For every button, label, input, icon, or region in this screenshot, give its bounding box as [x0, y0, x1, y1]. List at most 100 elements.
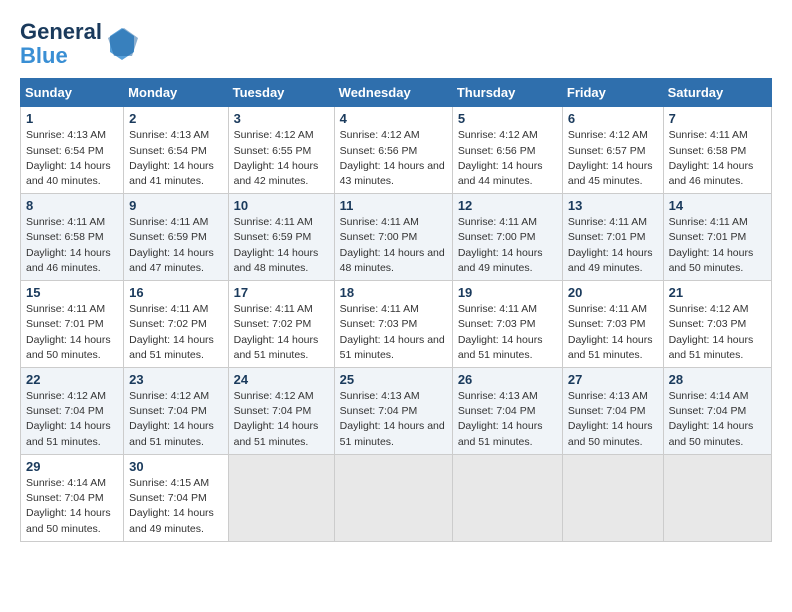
day-info: Sunrise: 4:14 AMSunset: 7:04 PMDaylight:… [669, 390, 754, 448]
day-info: Sunrise: 4:11 AMSunset: 7:00 PMDaylight:… [340, 216, 445, 274]
logo: General Blue [20, 20, 140, 68]
day-number: 3 [234, 111, 329, 126]
calendar-day-cell: 29 Sunrise: 4:14 AMSunset: 7:04 PMDaylig… [21, 454, 124, 541]
calendar-day-cell: 26 Sunrise: 4:13 AMSunset: 7:04 PMDaylig… [452, 368, 562, 455]
day-number: 4 [340, 111, 447, 126]
calendar-day-cell [228, 454, 334, 541]
calendar-day-cell: 25 Sunrise: 4:13 AMSunset: 7:04 PMDaylig… [334, 368, 452, 455]
calendar-day-cell: 17 Sunrise: 4:11 AMSunset: 7:02 PMDaylig… [228, 281, 334, 368]
page-header: General Blue [20, 20, 772, 68]
calendar-day-cell: 23 Sunrise: 4:12 AMSunset: 7:04 PMDaylig… [124, 368, 228, 455]
calendar-day-cell [334, 454, 452, 541]
day-number: 17 [234, 285, 329, 300]
weekday-header-saturday: Saturday [663, 79, 771, 107]
day-number: 24 [234, 372, 329, 387]
calendar-day-cell: 24 Sunrise: 4:12 AMSunset: 7:04 PMDaylig… [228, 368, 334, 455]
weekday-header-wednesday: Wednesday [334, 79, 452, 107]
day-info: Sunrise: 4:11 AMSunset: 7:03 PMDaylight:… [340, 303, 445, 361]
day-info: Sunrise: 4:12 AMSunset: 7:04 PMDaylight:… [129, 390, 214, 448]
calendar-week-row: 8 Sunrise: 4:11 AMSunset: 6:58 PMDayligh… [21, 194, 772, 281]
weekday-header-tuesday: Tuesday [228, 79, 334, 107]
calendar-day-cell: 18 Sunrise: 4:11 AMSunset: 7:03 PMDaylig… [334, 281, 452, 368]
day-number: 14 [669, 198, 766, 213]
day-number: 20 [568, 285, 658, 300]
calendar-day-cell: 11 Sunrise: 4:11 AMSunset: 7:00 PMDaylig… [334, 194, 452, 281]
weekday-header-row: SundayMondayTuesdayWednesdayThursdayFrid… [21, 79, 772, 107]
calendar-day-cell: 1 Sunrise: 4:13 AMSunset: 6:54 PMDayligh… [21, 107, 124, 194]
day-number: 21 [669, 285, 766, 300]
weekday-header-sunday: Sunday [21, 79, 124, 107]
day-number: 12 [458, 198, 557, 213]
calendar-day-cell: 16 Sunrise: 4:11 AMSunset: 7:02 PMDaylig… [124, 281, 228, 368]
calendar-day-cell: 9 Sunrise: 4:11 AMSunset: 6:59 PMDayligh… [124, 194, 228, 281]
day-info: Sunrise: 4:13 AMSunset: 7:04 PMDaylight:… [340, 390, 445, 448]
calendar-day-cell: 22 Sunrise: 4:12 AMSunset: 7:04 PMDaylig… [21, 368, 124, 455]
day-info: Sunrise: 4:12 AMSunset: 6:57 PMDaylight:… [568, 129, 653, 187]
day-info: Sunrise: 4:13 AMSunset: 6:54 PMDaylight:… [26, 129, 111, 187]
day-number: 1 [26, 111, 118, 126]
day-info: Sunrise: 4:12 AMSunset: 7:03 PMDaylight:… [669, 303, 754, 361]
day-info: Sunrise: 4:14 AMSunset: 7:04 PMDaylight:… [26, 477, 111, 535]
day-info: Sunrise: 4:11 AMSunset: 7:02 PMDaylight:… [234, 303, 319, 361]
day-info: Sunrise: 4:11 AMSunset: 7:02 PMDaylight:… [129, 303, 214, 361]
calendar-day-cell: 10 Sunrise: 4:11 AMSunset: 6:59 PMDaylig… [228, 194, 334, 281]
day-info: Sunrise: 4:11 AMSunset: 6:58 PMDaylight:… [669, 129, 754, 187]
day-number: 7 [669, 111, 766, 126]
day-number: 6 [568, 111, 658, 126]
day-number: 29 [26, 459, 118, 474]
day-number: 30 [129, 459, 222, 474]
day-info: Sunrise: 4:15 AMSunset: 7:04 PMDaylight:… [129, 477, 214, 535]
day-number: 9 [129, 198, 222, 213]
day-info: Sunrise: 4:12 AMSunset: 7:04 PMDaylight:… [26, 390, 111, 448]
calendar-day-cell: 27 Sunrise: 4:13 AMSunset: 7:04 PMDaylig… [562, 368, 663, 455]
day-number: 25 [340, 372, 447, 387]
day-number: 28 [669, 372, 766, 387]
day-number: 27 [568, 372, 658, 387]
day-info: Sunrise: 4:11 AMSunset: 6:59 PMDaylight:… [129, 216, 214, 274]
day-number: 16 [129, 285, 222, 300]
day-info: Sunrise: 4:11 AMSunset: 7:00 PMDaylight:… [458, 216, 543, 274]
day-number: 11 [340, 198, 447, 213]
calendar-table: SundayMondayTuesdayWednesdayThursdayFrid… [20, 78, 772, 541]
calendar-day-cell: 8 Sunrise: 4:11 AMSunset: 6:58 PMDayligh… [21, 194, 124, 281]
day-info: Sunrise: 4:12 AMSunset: 6:55 PMDaylight:… [234, 129, 319, 187]
calendar-day-cell: 14 Sunrise: 4:11 AMSunset: 7:01 PMDaylig… [663, 194, 771, 281]
day-info: Sunrise: 4:13 AMSunset: 6:54 PMDaylight:… [129, 129, 214, 187]
calendar-day-cell: 3 Sunrise: 4:12 AMSunset: 6:55 PMDayligh… [228, 107, 334, 194]
calendar-day-cell: 15 Sunrise: 4:11 AMSunset: 7:01 PMDaylig… [21, 281, 124, 368]
calendar-day-cell [452, 454, 562, 541]
calendar-day-cell: 4 Sunrise: 4:12 AMSunset: 6:56 PMDayligh… [334, 107, 452, 194]
calendar-day-cell: 19 Sunrise: 4:11 AMSunset: 7:03 PMDaylig… [452, 281, 562, 368]
weekday-header-friday: Friday [562, 79, 663, 107]
day-number: 8 [26, 198, 118, 213]
calendar-week-row: 15 Sunrise: 4:11 AMSunset: 7:01 PMDaylig… [21, 281, 772, 368]
calendar-day-cell: 7 Sunrise: 4:11 AMSunset: 6:58 PMDayligh… [663, 107, 771, 194]
day-info: Sunrise: 4:11 AMSunset: 7:03 PMDaylight:… [458, 303, 543, 361]
calendar-day-cell: 21 Sunrise: 4:12 AMSunset: 7:03 PMDaylig… [663, 281, 771, 368]
day-number: 13 [568, 198, 658, 213]
day-number: 23 [129, 372, 222, 387]
day-number: 2 [129, 111, 222, 126]
day-info: Sunrise: 4:13 AMSunset: 7:04 PMDaylight:… [568, 390, 653, 448]
calendar-day-cell: 13 Sunrise: 4:11 AMSunset: 7:01 PMDaylig… [562, 194, 663, 281]
day-info: Sunrise: 4:12 AMSunset: 6:56 PMDaylight:… [340, 129, 445, 187]
calendar-day-cell: 30 Sunrise: 4:15 AMSunset: 7:04 PMDaylig… [124, 454, 228, 541]
day-info: Sunrise: 4:11 AMSunset: 6:58 PMDaylight:… [26, 216, 111, 274]
day-number: 19 [458, 285, 557, 300]
calendar-day-cell: 20 Sunrise: 4:11 AMSunset: 7:03 PMDaylig… [562, 281, 663, 368]
calendar-week-row: 1 Sunrise: 4:13 AMSunset: 6:54 PMDayligh… [21, 107, 772, 194]
logo-text: General Blue [20, 20, 140, 68]
day-number: 10 [234, 198, 329, 213]
weekday-header-thursday: Thursday [452, 79, 562, 107]
day-number: 5 [458, 111, 557, 126]
calendar-day-cell [663, 454, 771, 541]
day-number: 22 [26, 372, 118, 387]
day-info: Sunrise: 4:12 AMSunset: 7:04 PMDaylight:… [234, 390, 319, 448]
calendar-day-cell: 12 Sunrise: 4:11 AMSunset: 7:00 PMDaylig… [452, 194, 562, 281]
day-info: Sunrise: 4:11 AMSunset: 7:01 PMDaylight:… [669, 216, 754, 274]
day-info: Sunrise: 4:11 AMSunset: 6:59 PMDaylight:… [234, 216, 319, 274]
day-info: Sunrise: 4:11 AMSunset: 7:03 PMDaylight:… [568, 303, 653, 361]
logo-icon [104, 26, 140, 62]
calendar-day-cell [562, 454, 663, 541]
day-number: 26 [458, 372, 557, 387]
